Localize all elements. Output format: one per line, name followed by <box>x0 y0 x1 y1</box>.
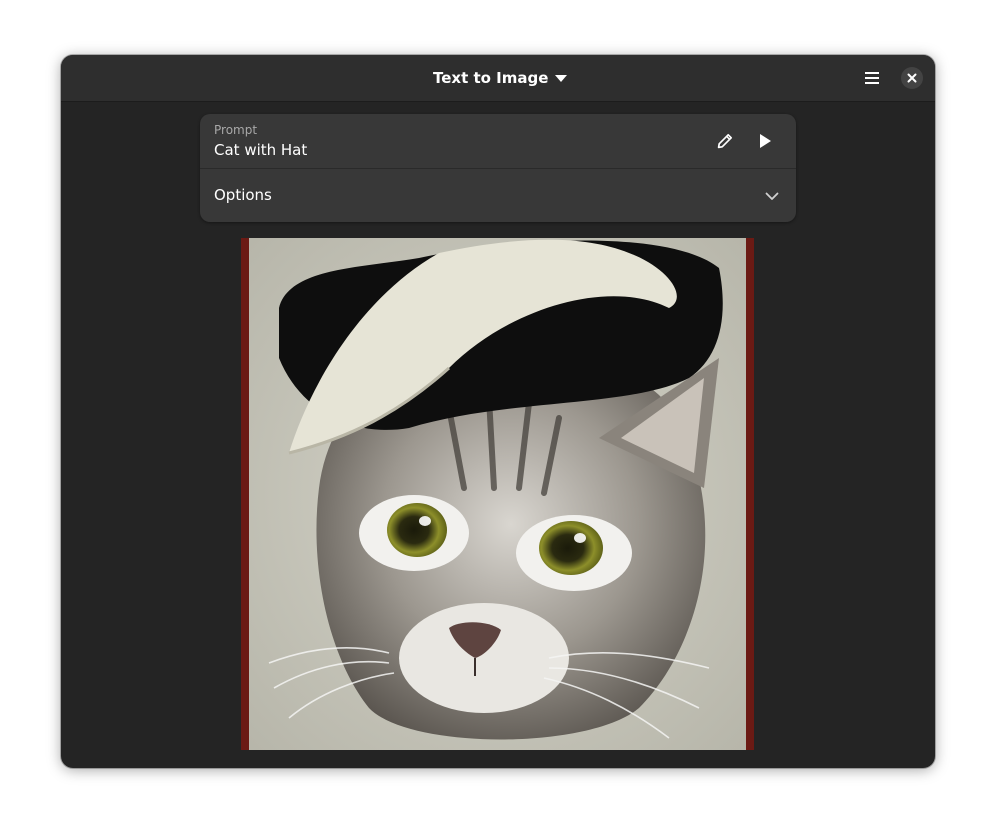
main-menu-button[interactable] <box>857 64 887 92</box>
generated-image-content <box>249 238 746 750</box>
close-button[interactable] <box>901 67 923 89</box>
prompt-card: Prompt Cat with Hat Options <box>200 114 796 222</box>
chevron-down-icon <box>765 192 779 200</box>
generated-image <box>241 238 754 750</box>
hamburger-menu-icon <box>865 72 879 84</box>
prompt-row: Prompt Cat with Hat <box>200 114 796 169</box>
options-expander[interactable]: Options <box>200 169 796 222</box>
prompt-caption: Prompt <box>214 123 258 137</box>
generate-button[interactable] <box>750 127 780 155</box>
edit-prompt-button[interactable] <box>710 127 740 155</box>
app-window: Text to Image Prompt Cat with Hat Option… <box>61 55 935 768</box>
play-icon <box>760 134 771 148</box>
close-icon <box>907 73 917 83</box>
headerbar: Text to Image <box>61 55 935 102</box>
window-title: Text to Image <box>433 69 549 87</box>
prompt-text[interactable]: Cat with Hat <box>214 141 307 159</box>
pan-down-icon <box>555 74 568 82</box>
options-label: Options <box>214 186 272 204</box>
cat-with-hat-illustration <box>249 238 746 750</box>
pencil-icon <box>717 133 733 149</box>
mode-selector-button[interactable]: Text to Image <box>433 64 568 92</box>
